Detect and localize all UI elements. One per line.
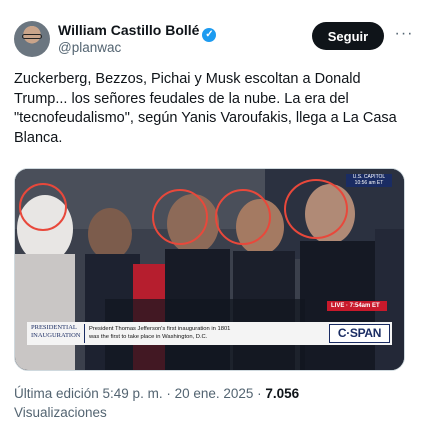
chyron-text: President Thomas Jefferson's first inaug…	[89, 325, 329, 341]
highlight-circle	[215, 189, 271, 245]
more-options-icon[interactable]: ···	[394, 22, 414, 50]
highlight-circle	[284, 179, 348, 239]
author-name[interactable]: William Castillo Bollé ✓	[58, 22, 217, 42]
chyron-text-line2: was the first to take place in Washingto…	[89, 334, 208, 340]
views-label: Visualizaciones	[14, 405, 107, 420]
highlight-circle	[19, 183, 67, 231]
news-chyron: PRESIDENTIAL INAUGURATION President Thom…	[27, 322, 392, 345]
author-name-text[interactable]: William Castillo Bollé	[58, 22, 199, 38]
live-badge: LIVE · 7:54am ET	[327, 301, 387, 311]
highlight-circle	[152, 189, 208, 245]
chyron-text-line1: President Thomas Jefferson's first inaug…	[89, 326, 231, 332]
verified-badge-icon: ✓	[202, 28, 217, 42]
follow-button[interactable]: Seguir	[312, 22, 384, 50]
chyron-title: PRESIDENTIAL INAUGURATION	[29, 324, 85, 343]
views-count: 7.056	[265, 386, 300, 401]
tweet-header: William Castillo Bollé ✓ @planwac Seguir …	[14, 18, 414, 60]
avatar[interactable]	[14, 21, 50, 57]
tweet-image[interactable]: U.S. CAPITOL 10:56 am ET LIVE · 7:54am E…	[14, 168, 405, 371]
edited-timestamp[interactable]: Última edición 5:49 p. m. · 20 ene. 2025…	[14, 386, 265, 401]
capitol-bug: U.S. CAPITOL 10:56 am ET	[346, 174, 392, 187]
tweet-text: Zuckerberg, Bezzos, Pichai y Musk escolt…	[14, 71, 397, 146]
capitol-time: 10:56 am ET	[354, 180, 384, 186]
author-handle[interactable]: @planwac	[58, 40, 121, 55]
tweet-metadata: Última edición 5:49 p. m. · 20 ene. 2025…	[14, 384, 410, 422]
cspan-logo: C·SPAN	[329, 324, 390, 343]
chyron-title-line2: INAUGURATION	[31, 332, 81, 339]
chyron-title-line1: PRESIDENTIAL	[31, 324, 77, 331]
